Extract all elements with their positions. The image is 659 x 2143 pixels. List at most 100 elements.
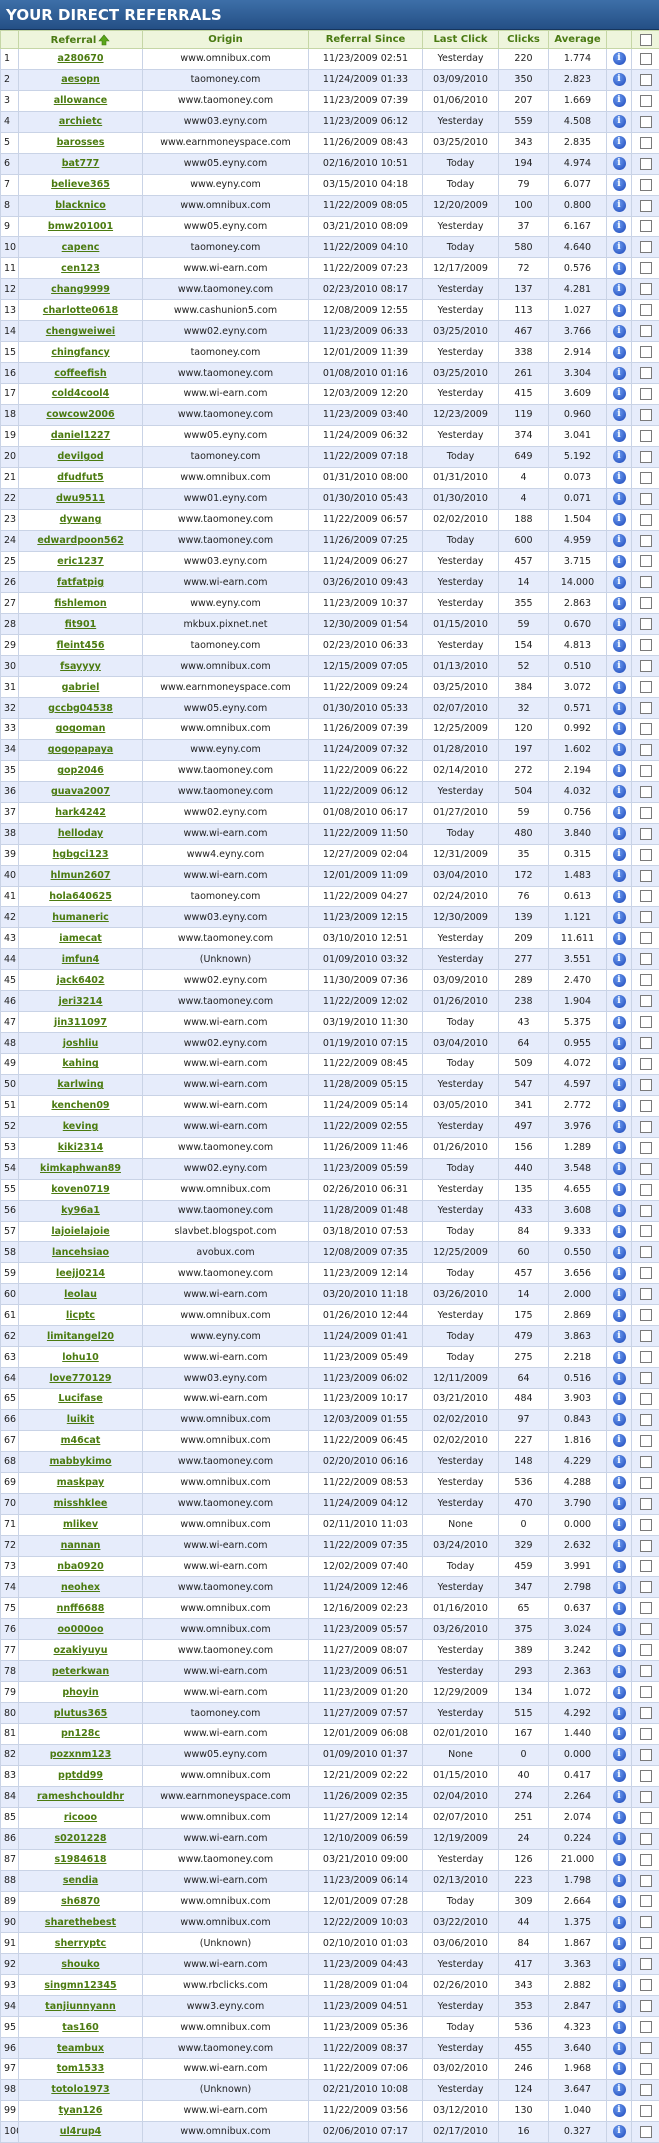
- referral-name-cell[interactable]: edwardpoon562: [19, 530, 143, 551]
- select-cell[interactable]: [632, 530, 659, 551]
- select-cell[interactable]: [632, 1535, 659, 1556]
- row-checkbox[interactable]: [640, 1225, 652, 1237]
- info-icon[interactable]: i: [613, 1644, 626, 1657]
- info-icon[interactable]: i: [613, 304, 626, 317]
- row-checkbox[interactable]: [640, 1875, 652, 1887]
- referral-link[interactable]: m46cat: [61, 1435, 101, 1446]
- info-cell[interactable]: i: [607, 2100, 632, 2121]
- info-icon[interactable]: i: [613, 702, 626, 715]
- select-cell[interactable]: [632, 1179, 659, 1200]
- row-checkbox[interactable]: [640, 828, 652, 840]
- referral-name-cell[interactable]: s1984618: [19, 1849, 143, 1870]
- row-checkbox[interactable]: [640, 1540, 652, 1552]
- row-checkbox[interactable]: [640, 2042, 652, 2054]
- select-cell[interactable]: [632, 1054, 659, 1075]
- info-cell[interactable]: i: [607, 802, 632, 823]
- select-cell[interactable]: [632, 404, 659, 425]
- info-cell[interactable]: i: [607, 865, 632, 886]
- select-cell[interactable]: [632, 446, 659, 467]
- select-cell[interactable]: [632, 739, 659, 760]
- referral-link[interactable]: nannan: [61, 1540, 101, 1551]
- referral-name-cell[interactable]: ky96a1: [19, 1200, 143, 1221]
- select-cell[interactable]: [632, 2017, 659, 2038]
- select-cell[interactable]: [632, 1472, 659, 1493]
- info-icon[interactable]: i: [613, 2000, 626, 2013]
- row-checkbox[interactable]: [640, 597, 652, 609]
- row-checkbox[interactable]: [640, 514, 652, 526]
- select-cell[interactable]: [632, 865, 659, 886]
- info-cell[interactable]: i: [607, 425, 632, 446]
- info-icon[interactable]: i: [613, 1330, 626, 1343]
- info-cell[interactable]: i: [607, 1347, 632, 1368]
- row-checkbox[interactable]: [640, 1435, 652, 1447]
- info-icon[interactable]: i: [613, 764, 626, 777]
- row-checkbox[interactable]: [640, 304, 652, 316]
- referral-link[interactable]: ozakiyuyu: [54, 1645, 108, 1656]
- row-checkbox[interactable]: [640, 702, 652, 714]
- info-cell[interactable]: i: [607, 1744, 632, 1765]
- row-checkbox[interactable]: [640, 1854, 652, 1866]
- info-cell[interactable]: i: [607, 572, 632, 593]
- info-icon[interactable]: i: [613, 1162, 626, 1175]
- row-checkbox[interactable]: [640, 1121, 652, 1133]
- select-cell[interactable]: [632, 844, 659, 865]
- info-cell[interactable]: i: [607, 1451, 632, 1472]
- info-cell[interactable]: i: [607, 1179, 632, 1200]
- info-icon[interactable]: i: [613, 178, 626, 191]
- select-cell[interactable]: [632, 2059, 659, 2080]
- row-checkbox[interactable]: [640, 2063, 652, 2075]
- select-cell[interactable]: [632, 467, 659, 488]
- referral-link[interactable]: licptc: [66, 1310, 95, 1321]
- info-icon[interactable]: i: [613, 1707, 626, 1720]
- referral-name-cell[interactable]: fishlemon: [19, 593, 143, 614]
- info-cell[interactable]: i: [607, 677, 632, 698]
- info-cell[interactable]: i: [607, 1724, 632, 1745]
- referral-name-cell[interactable]: hola640625: [19, 886, 143, 907]
- referral-link[interactable]: hola640625: [49, 891, 112, 902]
- row-checkbox[interactable]: [640, 1749, 652, 1761]
- info-cell[interactable]: i: [607, 446, 632, 467]
- info-cell[interactable]: i: [607, 1305, 632, 1326]
- info-cell[interactable]: i: [607, 739, 632, 760]
- select-cell[interactable]: [632, 1786, 659, 1807]
- referral-name-cell[interactable]: kahing: [19, 1054, 143, 1075]
- info-icon[interactable]: i: [613, 1623, 626, 1636]
- select-cell[interactable]: [632, 279, 659, 300]
- info-cell[interactable]: i: [607, 530, 632, 551]
- referral-link[interactable]: nnff6688: [57, 1603, 105, 1614]
- referral-link[interactable]: teambux: [57, 2043, 104, 2054]
- select-all-checkbox[interactable]: [640, 34, 652, 46]
- info-icon[interactable]: i: [613, 974, 626, 987]
- info-cell[interactable]: i: [607, 1200, 632, 1221]
- select-cell[interactable]: [632, 1158, 659, 1179]
- referral-link[interactable]: luikit: [67, 1414, 94, 1425]
- referral-name-cell[interactable]: gop2046: [19, 760, 143, 781]
- referral-name-cell[interactable]: allowance: [19, 90, 143, 111]
- info-cell[interactable]: i: [607, 907, 632, 928]
- referral-link[interactable]: tas160: [62, 2022, 98, 2033]
- select-cell[interactable]: [632, 1619, 659, 1640]
- row-checkbox[interactable]: [640, 74, 652, 86]
- referral-link[interactable]: koven0719: [51, 1184, 109, 1195]
- referral-name-cell[interactable]: kiki2314: [19, 1137, 143, 1158]
- select-cell[interactable]: [632, 1933, 659, 1954]
- referral-link[interactable]: lancehsiao: [52, 1247, 109, 1258]
- info-cell[interactable]: i: [607, 886, 632, 907]
- referral-link[interactable]: edwardpoon562: [37, 535, 123, 546]
- referral-name-cell[interactable]: dywang: [19, 509, 143, 530]
- referral-name-cell[interactable]: humaneric: [19, 907, 143, 928]
- info-icon[interactable]: i: [613, 869, 626, 882]
- referral-link[interactable]: totolo1973: [51, 2084, 109, 2095]
- select-cell[interactable]: [632, 572, 659, 593]
- select-cell[interactable]: [632, 1640, 659, 1661]
- referral-link[interactable]: s0201228: [55, 1833, 107, 1844]
- referral-link[interactable]: pozxnm123: [50, 1749, 111, 1760]
- select-cell[interactable]: [632, 1912, 659, 1933]
- info-icon[interactable]: i: [613, 1078, 626, 1091]
- referral-name-cell[interactable]: pptdd99: [19, 1765, 143, 1786]
- select-cell[interactable]: [632, 1263, 659, 1284]
- info-cell[interactable]: i: [607, 760, 632, 781]
- header-origin[interactable]: Origin: [143, 31, 309, 49]
- select-cell[interactable]: [632, 760, 659, 781]
- info-icon[interactable]: i: [613, 534, 626, 547]
